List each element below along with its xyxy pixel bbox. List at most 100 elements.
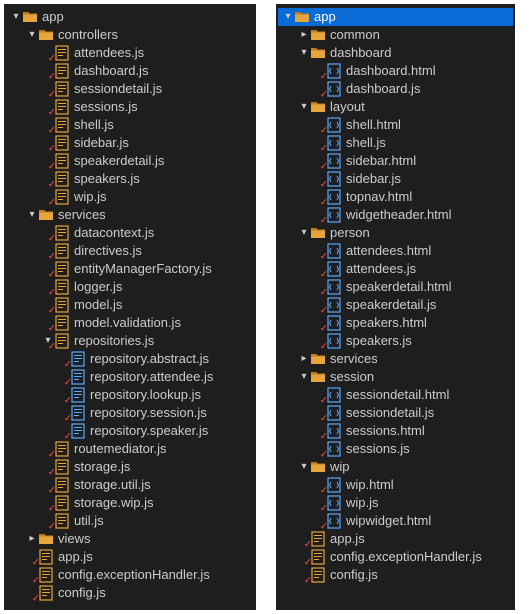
tree-item-label: util.js <box>74 512 110 530</box>
caret-right-icon[interactable]: ▸ <box>298 26 310 44</box>
caret-down-icon[interactable]: ▾ <box>10 8 22 26</box>
tree-row[interactable]: ✓dashboard.js <box>278 80 513 98</box>
caret-down-icon[interactable]: ▾ <box>298 458 310 476</box>
tree-row[interactable]: ✓routemediator.js <box>6 440 254 458</box>
tree-row[interactable]: ✓sessions.js <box>6 98 254 116</box>
folder-icon <box>38 207 54 223</box>
tree-row[interactable]: ✓speakers.html <box>278 314 513 332</box>
tree-row[interactable]: ✓storage.util.js <box>6 476 254 494</box>
tree-row[interactable]: ✓repository.attendee.js <box>6 368 254 386</box>
tree-row[interactable]: ✓config.exceptionHandler.js <box>6 566 254 584</box>
folder-icon <box>310 369 326 385</box>
tree-row[interactable]: ✓repository.session.js <box>6 404 254 422</box>
folder-icon <box>310 459 326 475</box>
tree-row[interactable]: ✓model.js <box>6 296 254 314</box>
tree-row[interactable]: ▾ app <box>278 8 513 26</box>
tree-row[interactable]: ✓datacontext.js <box>6 224 254 242</box>
tree-row[interactable]: ▾layout <box>278 98 513 116</box>
tree-row[interactable]: ✓sessiondetail.js <box>278 404 513 422</box>
tree-row[interactable]: ▾✓repositories.js <box>6 332 254 350</box>
tree-row[interactable]: ✓sessiondetail.js <box>6 80 254 98</box>
tree-row[interactable]: ✓speakerdetail.js <box>6 152 254 170</box>
tree-row[interactable]: ✓logger.js <box>6 278 254 296</box>
tree-row[interactable]: ✓shell.html <box>278 116 513 134</box>
tree-row[interactable]: ✓attendees.js <box>6 44 254 62</box>
tree-row[interactable]: ✓sessiondetail.html <box>278 386 513 404</box>
tree-row[interactable]: ✓app.js <box>6 548 254 566</box>
tree-row[interactable]: ✓sessions.html <box>278 422 513 440</box>
tree-row[interactable]: ✓repository.abstract.js <box>6 350 254 368</box>
tree-row[interactable]: ▾controllers <box>6 26 254 44</box>
tree-row[interactable]: ✓attendees.html <box>278 242 513 260</box>
html-icon: ✓ <box>326 135 342 151</box>
tree-row[interactable]: ▸common <box>278 26 513 44</box>
tree-row[interactable]: ▸services <box>278 350 513 368</box>
tree-row[interactable]: ✓wip.js <box>278 494 513 512</box>
tree-row[interactable]: ▾app <box>6 8 254 26</box>
caret-right-icon[interactable]: ▸ <box>26 530 38 548</box>
tree-row[interactable]: ✓storage.wip.js <box>6 494 254 512</box>
tree-row[interactable]: ✓wipwidget.html <box>278 512 513 530</box>
html-icon: ✓ <box>326 279 342 295</box>
js-icon: ✓ <box>54 45 70 61</box>
tree-row[interactable]: ✓model.validation.js <box>6 314 254 332</box>
file-tree-left[interactable]: ▾app▾controllers✓attendees.js✓dashboard.… <box>4 4 256 610</box>
tree-row[interactable]: ✓topnav.html <box>278 188 513 206</box>
tree-row[interactable]: ✓speakers.js <box>6 170 254 188</box>
caret-down-icon[interactable]: ▾ <box>282 8 294 26</box>
tree-row[interactable]: ▾person <box>278 224 513 242</box>
tree-item-label: dashboard <box>330 44 397 62</box>
tree-row[interactable]: ✓sidebar.js <box>278 170 513 188</box>
tree-row[interactable]: ✓attendees.js <box>278 260 513 278</box>
file-tree-right[interactable]: ▾app▸common▾dashboard✓dashboard.html✓das… <box>276 4 515 610</box>
tree-row[interactable]: ✓app.js <box>278 530 513 548</box>
tree-row[interactable]: ✓speakers.js <box>278 332 513 350</box>
html-icon: ✓ <box>326 405 342 421</box>
tree-item-label: attendees.js <box>74 44 150 62</box>
tree-row[interactable]: ▾services <box>6 206 254 224</box>
caret-down-icon[interactable]: ▾ <box>298 98 310 116</box>
caret-down-icon[interactable]: ▾ <box>298 44 310 62</box>
tree-row[interactable]: ✓sidebar.html <box>278 152 513 170</box>
tree-row[interactable]: ▾ dashboard <box>278 44 513 62</box>
folder-icon <box>310 99 326 115</box>
tree-row[interactable]: ✓speakerdetail.js <box>278 296 513 314</box>
tree-item-label: entityManagerFactory.js <box>74 260 218 278</box>
tree-row[interactable]: ✓widgetheader.html <box>278 206 513 224</box>
tree-row[interactable]: ✓config.js <box>6 584 254 602</box>
tree-row[interactable]: ✓dashboard.js <box>6 62 254 80</box>
tree-row[interactable]: ✓wip.html <box>278 476 513 494</box>
tree-row[interactable]: ▸views <box>6 530 254 548</box>
tree-row[interactable]: ✓directives.js <box>6 242 254 260</box>
html-icon: ✓ <box>326 513 342 529</box>
tree-row[interactable]: ✓repository.lookup.js <box>6 386 254 404</box>
tree-row[interactable]: ▾wip <box>278 458 513 476</box>
tree-row[interactable]: ✓util.js <box>6 512 254 530</box>
tree-row[interactable]: ✓sessions.js <box>278 440 513 458</box>
tree-row[interactable]: ✓config.exceptionHandler.js <box>278 548 513 566</box>
js-icon: ✓ <box>54 441 70 457</box>
tree-row[interactable]: ✓storage.js <box>6 458 254 476</box>
tree-row[interactable]: ▾session <box>278 368 513 386</box>
caret-down-icon[interactable]: ▾ <box>26 26 38 44</box>
tree-row[interactable]: ✓dashboard.html <box>278 62 513 80</box>
tree-row[interactable]: ✓sidebar.js <box>6 134 254 152</box>
tree-item-label: shell.js <box>346 134 392 152</box>
tree-row[interactable]: ✓wip.js <box>6 188 254 206</box>
js-icon: ✓ <box>54 315 70 331</box>
tree-row[interactable]: ✓repository.speaker.js <box>6 422 254 440</box>
tree-row[interactable]: ✓shell.js <box>278 134 513 152</box>
jsalt-icon: ✓ <box>70 423 86 439</box>
tree-row[interactable]: ✓entityManagerFactory.js <box>6 260 254 278</box>
caret-down-icon[interactable]: ▾ <box>298 368 310 386</box>
tree-item-label: app <box>314 8 342 26</box>
caret-right-icon[interactable]: ▸ <box>298 350 310 368</box>
tree-row[interactable]: ✓config.js <box>278 566 513 584</box>
vcs-modified-icon: ✓ <box>304 571 312 589</box>
caret-down-icon[interactable]: ▾ <box>298 224 310 242</box>
tree-row[interactable]: ✓speakerdetail.html <box>278 278 513 296</box>
js-icon: ✓ <box>38 567 54 583</box>
tree-item-label: wip.js <box>346 494 385 512</box>
tree-row[interactable]: ✓shell.js <box>6 116 254 134</box>
caret-down-icon[interactable]: ▾ <box>26 206 38 224</box>
